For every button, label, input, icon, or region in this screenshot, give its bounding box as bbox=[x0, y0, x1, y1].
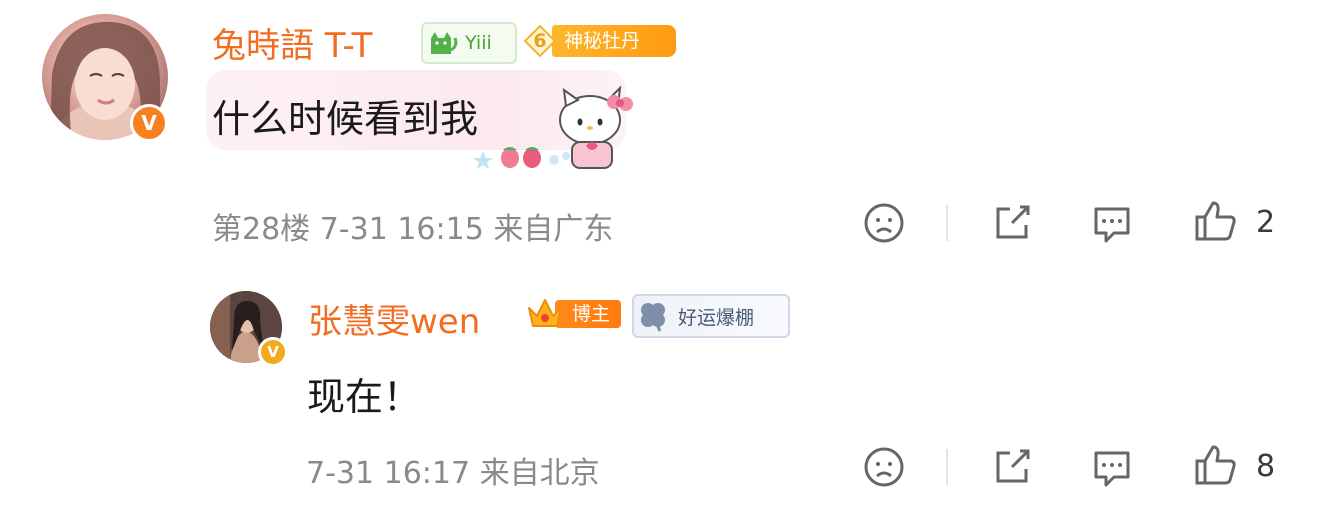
like-count: 2 bbox=[1256, 205, 1276, 240]
action-divider bbox=[946, 205, 948, 241]
verified-badge-icon: V bbox=[130, 104, 168, 142]
like-thumb-icon[interactable] bbox=[1193, 199, 1237, 243]
like-thumb-icon[interactable] bbox=[1193, 443, 1237, 487]
level-number: 6 bbox=[533, 30, 547, 52]
reply-comment-icon[interactable] bbox=[1090, 445, 1134, 489]
fan-badge-label: Yiii bbox=[465, 32, 492, 54]
strawberry-decoration-icon bbox=[473, 147, 570, 169]
reply-meta: 7-31 16:17 来自北京 bbox=[306, 456, 600, 491]
fan-badge-luck[interactable]: 好运爆棚 bbox=[632, 294, 790, 338]
fan-badge-yiii[interactable]: Yiii bbox=[421, 22, 517, 64]
like-count: 8 bbox=[1256, 449, 1276, 484]
comment-text: 什么时候看到我 bbox=[212, 97, 479, 141]
clover-icon bbox=[641, 303, 665, 332]
share-icon[interactable] bbox=[990, 445, 1034, 489]
level-badge[interactable]: 神秘牡丹 6 bbox=[522, 22, 676, 60]
cat-icon bbox=[431, 32, 458, 54]
comment-username[interactable]: 兔時語 T-T bbox=[212, 18, 372, 67]
reply-comment-icon[interactable] bbox=[1090, 201, 1134, 245]
action-divider bbox=[946, 449, 948, 485]
fan-badge-label: 好运爆棚 bbox=[678, 306, 755, 329]
dislike-face-icon[interactable] bbox=[862, 445, 906, 489]
verified-badge-icon: V bbox=[258, 337, 288, 367]
comment-meta: 第28楼 7-31 16:15 来自广东 bbox=[212, 212, 614, 247]
share-icon[interactable] bbox=[990, 201, 1034, 245]
reply-text: 现在！ bbox=[307, 375, 422, 419]
reply-username[interactable]: 张慧雯wen bbox=[308, 294, 480, 343]
crown-icon bbox=[528, 299, 562, 327]
blogger-badge[interactable]: 博主 bbox=[525, 294, 621, 334]
dislike-face-icon[interactable] bbox=[862, 201, 906, 245]
level-title: 神秘牡丹 bbox=[552, 25, 676, 57]
